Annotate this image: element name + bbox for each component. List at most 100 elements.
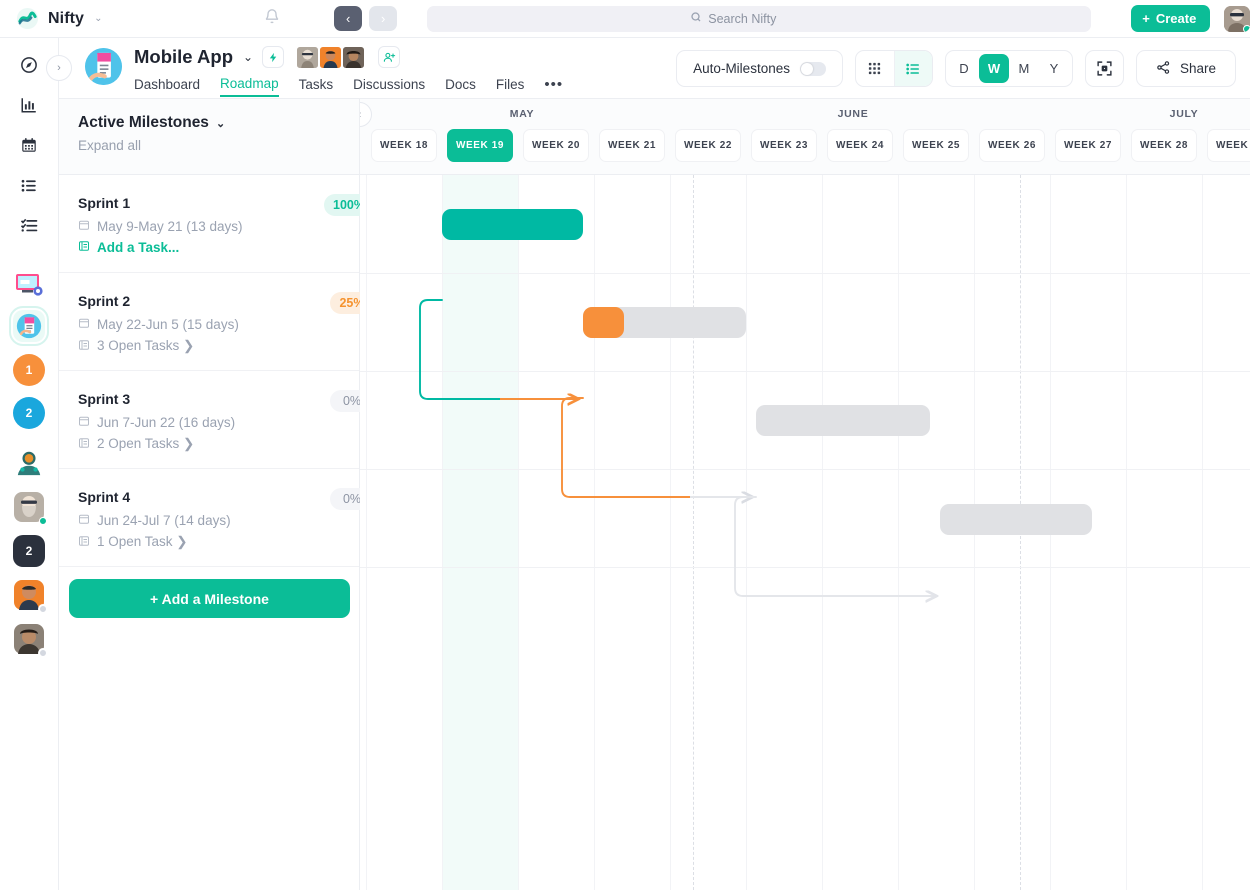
project-tabs: Dashboard Roadmap Tasks Discussions Docs… (134, 76, 563, 97)
bell-icon[interactable] (264, 8, 280, 30)
chevron-down-icon[interactable]: ⌄ (216, 117, 225, 130)
auto-milestones-toggle[interactable]: Auto-Milestones (676, 50, 843, 87)
nav-back-button[interactable]: ‹ (334, 6, 362, 31)
sidebar-item-project-two[interactable]: 2 (13, 397, 45, 429)
tab-docs[interactable]: Docs (445, 77, 476, 96)
sidebar-item-explore[interactable] (14, 50, 44, 80)
milestone-dates-label: Jun 7-Jun 22 (16 days) (97, 415, 235, 430)
tab-files[interactable]: Files (496, 77, 525, 96)
avatar[interactable] (343, 47, 364, 68)
milestone-open-tasks[interactable]: 1 Open Task ❯ (78, 534, 359, 550)
milestone-open-tasks[interactable]: 2 Open Tasks ❯ (78, 436, 359, 452)
sidebar-item-project-website[interactable] (13, 268, 45, 300)
week-cell-27[interactable]: WEEK 27 (1055, 129, 1121, 162)
tab-dashboard[interactable]: Dashboard (134, 77, 200, 96)
sidebar-item-project-mobile-app[interactable] (13, 310, 45, 342)
month-label-may: MAY (480, 108, 564, 120)
zoom-unit-month[interactable]: M (1009, 54, 1039, 83)
milestone-row-sprint-4[interactable]: Sprint 4 Jun 24-Jul 7 (14 days) 1 Open T… (59, 469, 359, 567)
sidebar-item-tasks[interactable] (14, 210, 44, 240)
zoom-unit-day[interactable]: D (949, 54, 979, 83)
gantt-bar-sprint-1[interactable] (442, 209, 583, 240)
milestone-panel-heading[interactable]: Active Milestones ⌄ (78, 114, 359, 132)
zoom-unit-year[interactable]: Y (1039, 54, 1069, 83)
milestone-open-tasks[interactable]: 3 Open Tasks ❯ (78, 338, 359, 354)
create-button[interactable]: + Create (1131, 5, 1210, 32)
plus-icon: + (1142, 11, 1150, 26)
nav-arrows: ‹ › (334, 6, 397, 31)
nav-forward-button[interactable]: › (369, 6, 397, 31)
list-view-button[interactable] (894, 51, 932, 86)
week-cell-19[interactable]: WEEK 19 (447, 129, 513, 162)
week-cell-23[interactable]: WEEK 23 (751, 129, 817, 162)
week-cell-21[interactable]: WEEK 21 (599, 129, 665, 162)
week-cell-18[interactable]: WEEK 18 (371, 129, 437, 162)
online-status-dot (39, 517, 47, 525)
chevron-down-icon[interactable]: ⌄ (94, 13, 102, 24)
milestone-action[interactable]: Add a Task... (78, 240, 359, 255)
brand[interactable]: Nifty ⌄ (16, 7, 164, 30)
dependency-connectors (360, 251, 1250, 890)
zoom-unit-week[interactable]: W (979, 54, 1009, 83)
week-cell-25[interactable]: WEEK 25 (903, 129, 969, 162)
sidebar-item-member-astro[interactable] (13, 447, 45, 479)
chevron-down-icon[interactable]: ⌄ (243, 50, 253, 64)
top-bar: Nifty ⌄ ‹ › + Create (0, 0, 1250, 38)
sidebar-item-calendar[interactable] (14, 130, 44, 160)
sidebar-item-member-curly[interactable] (13, 623, 45, 655)
member-avatars[interactable] (297, 47, 366, 68)
offline-status-dot (38, 648, 48, 658)
tab-discussions[interactable]: Discussions (353, 77, 425, 96)
sidebar-item-member-beard[interactable] (13, 491, 45, 523)
avatar[interactable] (320, 47, 341, 68)
week-cell-20[interactable]: WEEK 20 (523, 129, 589, 162)
share-button[interactable]: Share (1136, 50, 1236, 87)
week-cell-24[interactable]: WEEK 24 (827, 129, 893, 162)
share-icon (1156, 60, 1171, 78)
project-title-block: Mobile App ⌄ (134, 43, 563, 97)
add-milestone-button[interactable]: + Add a Milestone (69, 579, 350, 618)
avatar[interactable] (1224, 6, 1250, 32)
calendar-icon (78, 513, 90, 528)
expand-all-link[interactable]: Expand all (78, 138, 359, 153)
milestone-panel-header: Active Milestones ⌄ Expand all (59, 99, 359, 175)
tab-more-button[interactable]: ••• (544, 76, 563, 97)
sidebar-item-overflow-count[interactable]: 2 (13, 535, 45, 567)
calendar-icon (78, 317, 90, 332)
week-cell-26[interactable]: WEEK 26 (979, 129, 1045, 162)
search-input[interactable] (708, 12, 828, 26)
collapse-panel-button[interactable]: ‹ (360, 102, 372, 127)
tab-roadmap[interactable]: Roadmap (220, 76, 279, 97)
avatar[interactable] (297, 47, 318, 68)
milestone-row-sprint-3[interactable]: Sprint 3 Jun 7-Jun 22 (16 days) 2 Open T… (59, 371, 359, 469)
task-icon (78, 339, 90, 354)
milestone-row-sprint-2[interactable]: Sprint 2 May 22-Jun 5 (15 days) 3 Open T… (59, 273, 359, 371)
person-plus-icon[interactable] (378, 46, 400, 68)
grid-view-button[interactable] (856, 51, 894, 86)
milestone-row-sprint-1[interactable]: Sprint 1 May 9-May 21 (13 days) Add a Ta… (59, 175, 359, 273)
sidebar-item-reports[interactable] (14, 90, 44, 120)
online-status-dot (1243, 25, 1250, 32)
tab-tasks[interactable]: Tasks (299, 77, 334, 96)
fullscreen-icon[interactable] (1085, 50, 1124, 87)
task-icon (78, 535, 90, 550)
search-icon (690, 11, 702, 26)
week-cell-29[interactable]: WEEK 29 (1207, 129, 1250, 162)
header-controls: Auto-Milestones D W M (676, 50, 1236, 87)
project-header: Mobile App ⌄ (59, 38, 1250, 99)
bolt-icon[interactable] (262, 46, 284, 68)
sidebar-item-member-orange[interactable] (13, 579, 45, 611)
view-mode-switcher (855, 50, 933, 87)
week-cell-22[interactable]: WEEK 22 (675, 129, 741, 162)
sidebar-item-project-one[interactable]: 1 (13, 354, 45, 386)
toggle-switch[interactable] (800, 62, 826, 76)
sidebar-item-lists[interactable] (14, 170, 44, 200)
milestone-open-tasks-label: 2 Open Tasks ❯ (97, 436, 194, 452)
rail-expand-button[interactable]: › (46, 55, 72, 81)
timeline-header: ‹ MAY JUNE JULY WEEK 18 WEEK 19 WEEK 20 … (360, 99, 1250, 175)
milestone-action-label: Add a Task... (97, 240, 179, 255)
task-icon (78, 437, 90, 452)
search-bar[interactable] (427, 6, 1091, 32)
milestone-panel: Active Milestones ⌄ Expand all Sprint 1 … (59, 99, 360, 890)
week-cell-28[interactable]: WEEK 28 (1131, 129, 1197, 162)
